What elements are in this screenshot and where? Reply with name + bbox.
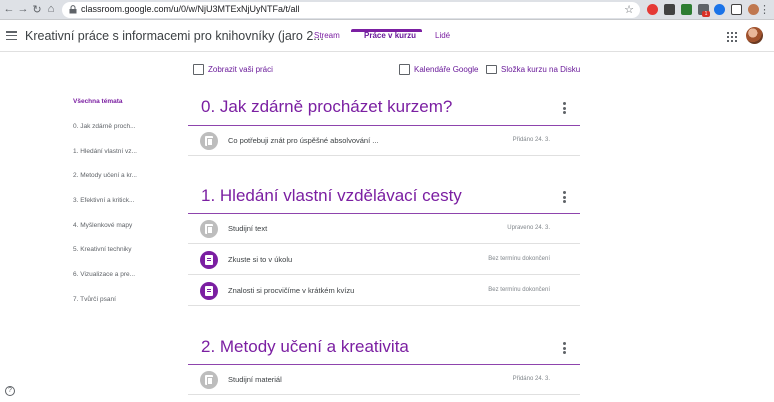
list-item[interactable]: Zkuste si to v úkolu Bez termínu dokonče… — [188, 245, 580, 275]
help-icon[interactable]: ? — [5, 386, 15, 396]
topic-item[interactable]: 7. Tvůrčí psaní — [73, 296, 116, 303]
list-item[interactable]: Studijní materiál Přidáno 24. 3. — [188, 365, 580, 395]
tab-classwork[interactable]: Práce v kurzu — [364, 31, 416, 40]
course-title[interactable]: Kreativní práce s informacemi pro knihov… — [25, 29, 324, 43]
reload-icon[interactable]: ↻ — [30, 3, 44, 16]
browser-menu-icon[interactable]: ⋮ — [759, 3, 770, 16]
assignment-ind-icon — [193, 64, 204, 75]
extension-icon[interactable] — [647, 4, 658, 15]
topic-item[interactable]: 4. Myšlenkové mapy — [73, 222, 132, 229]
lock-icon — [69, 5, 77, 14]
item-meta: Přidáno 24. 3. — [512, 137, 550, 143]
topic-item[interactable]: 5. Kreativní techniky — [73, 246, 132, 253]
active-tab-indicator — [351, 29, 422, 32]
extension-icon[interactable] — [714, 4, 725, 15]
tab-stream[interactable]: Stream — [314, 31, 340, 40]
more-options-icon[interactable] — [563, 342, 566, 356]
avatar[interactable] — [746, 27, 763, 44]
material-icon — [200, 371, 218, 389]
extension-icon[interactable] — [681, 4, 692, 15]
forward-arrow-icon[interactable]: → — [16, 3, 30, 15]
profile-avatar-icon[interactable] — [748, 4, 759, 15]
item-meta: Upraveno 24. 3. — [507, 225, 550, 231]
topic-item[interactable]: 6. Vizualizace a pre... — [73, 271, 135, 278]
material-icon — [200, 132, 218, 150]
item-title: Znalosti si procvičíme v krátkém kvízu — [228, 286, 355, 295]
extension-icon[interactable] — [731, 4, 742, 15]
browser-toolbar: ← → ↻ ⌂ classroom.google.com/u/0/w/NjU3M… — [0, 0, 774, 20]
assignment-icon — [200, 282, 218, 300]
section-title[interactable]: 0. Jak zdárně procházet kurzem? — [201, 97, 452, 117]
google-calendar-link[interactable]: Kalendáře Google — [414, 65, 479, 74]
topic-item[interactable]: 2. Metody učení a kr... — [73, 172, 137, 179]
tab-people[interactable]: Lidé — [435, 31, 450, 40]
section-title[interactable]: 2. Metody učení a kreativita — [201, 337, 409, 357]
apps-grid-icon[interactable] — [727, 32, 737, 42]
item-meta: Bez termínu dokončení — [488, 256, 550, 262]
item-title: Studijní materiál — [228, 375, 282, 384]
assignment-icon — [200, 251, 218, 269]
topic-item[interactable]: 3. Efektivní a kritick... — [73, 197, 134, 204]
topic-item[interactable]: 1. Hledání vlastní vz... — [73, 148, 137, 155]
drive-folder-link[interactable]: Složka kurzu na Disku — [501, 65, 580, 74]
calendar-icon — [399, 64, 410, 75]
list-item[interactable]: Co potřebuji znát pro úspěšné absolvován… — [188, 126, 580, 156]
more-options-icon[interactable] — [563, 102, 566, 116]
list-item[interactable]: Znalosti si procvičíme v krátkém kvízu B… — [188, 276, 580, 306]
back-arrow-icon[interactable]: ← — [2, 3, 16, 15]
item-meta: Bez termínu dokončení — [488, 287, 550, 293]
main-menu-icon[interactable] — [6, 31, 17, 41]
item-title: Zkuste si to v úkolu — [228, 255, 293, 264]
topic-all[interactable]: Všechna témata — [73, 98, 123, 105]
extension-icon[interactable] — [664, 4, 675, 15]
more-options-icon[interactable] — [563, 191, 566, 205]
view-your-work-link[interactable]: Zobrazit vaši práci — [208, 65, 273, 74]
material-icon — [200, 220, 218, 238]
address-bar[interactable]: classroom.google.com/u/0/w/NjU3MTExNjUyN… — [62, 2, 640, 18]
item-title: Studijní text — [228, 224, 268, 233]
app-header: Kreativní práce s informacemi pro knihov… — [0, 20, 774, 52]
topic-item[interactable]: 0. Jak zdárně proch... — [73, 123, 136, 130]
section-title[interactable]: 1. Hledání vlastní vzdělávací cesty — [201, 186, 462, 206]
item-title: Co potřebuji znát pro úspěšné absolvován… — [228, 136, 379, 145]
bookmark-star-icon[interactable]: ☆ — [624, 3, 634, 16]
folder-icon — [486, 65, 497, 74]
extension-badge: 1 — [702, 11, 710, 17]
home-icon[interactable]: ⌂ — [44, 3, 58, 15]
url-text: classroom.google.com/u/0/w/NjU3MTExNjUyN… — [81, 4, 300, 14]
list-item[interactable]: Studijní text Upraveno 24. 3. — [188, 214, 580, 244]
item-meta: Přidáno 24. 3. — [512, 376, 550, 382]
